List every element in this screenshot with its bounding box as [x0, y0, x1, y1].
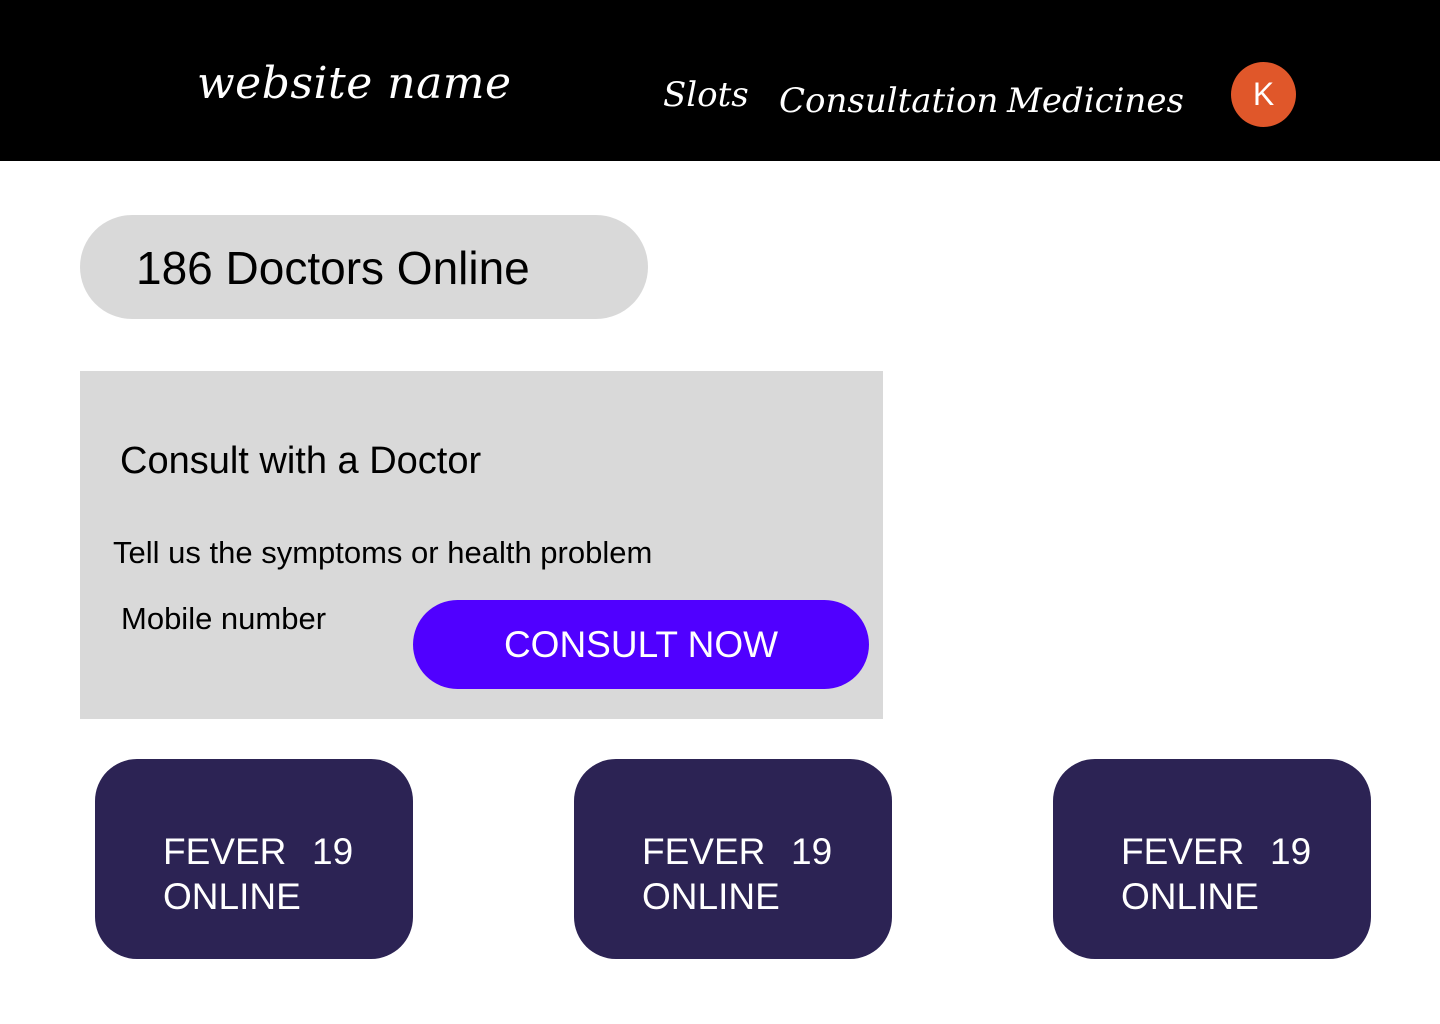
category-name: FEVER: [163, 831, 287, 872]
category-status: ONLINE: [642, 876, 780, 917]
category-card-1[interactable]: FEVER 19 ONLINE: [95, 759, 413, 959]
symptoms-input[interactable]: Tell us the symptoms or health problem: [113, 537, 753, 568]
consult-now-button[interactable]: CONSULT NOW: [413, 600, 869, 689]
category-card-2[interactable]: FEVER 19 ONLINE: [574, 759, 892, 959]
category-name: FEVER: [642, 831, 766, 872]
consult-form-title: Consult with a Doctor: [120, 440, 482, 482]
nav-link-slots[interactable]: Slots: [663, 78, 749, 112]
nav-link-consultation[interactable]: Consultation: [779, 84, 998, 118]
category-name: FEVER: [1121, 831, 1245, 872]
category-card-3[interactable]: FEVER 19 ONLINE: [1053, 759, 1371, 959]
category-count: 19: [312, 831, 354, 872]
consult-form-panel: Consult with a Doctor Tell us the sympto…: [80, 371, 883, 719]
site-logo-text[interactable]: website name: [197, 62, 512, 106]
nav-link-medicines[interactable]: Medicines: [1007, 84, 1184, 118]
top-navigation-bar: website name Slots Consultation Medicine…: [0, 0, 1440, 161]
mobile-number-input[interactable]: Mobile number: [121, 603, 401, 634]
category-status: ONLINE: [163, 876, 301, 917]
category-status: ONLINE: [1121, 876, 1259, 917]
doctors-online-label: 186 Doctors Online: [136, 242, 530, 294]
doctors-online-badge: 186 Doctors Online: [80, 215, 648, 319]
category-count: 19: [1270, 831, 1312, 872]
category-count: 19: [791, 831, 833, 872]
user-avatar[interactable]: K: [1231, 62, 1296, 127]
